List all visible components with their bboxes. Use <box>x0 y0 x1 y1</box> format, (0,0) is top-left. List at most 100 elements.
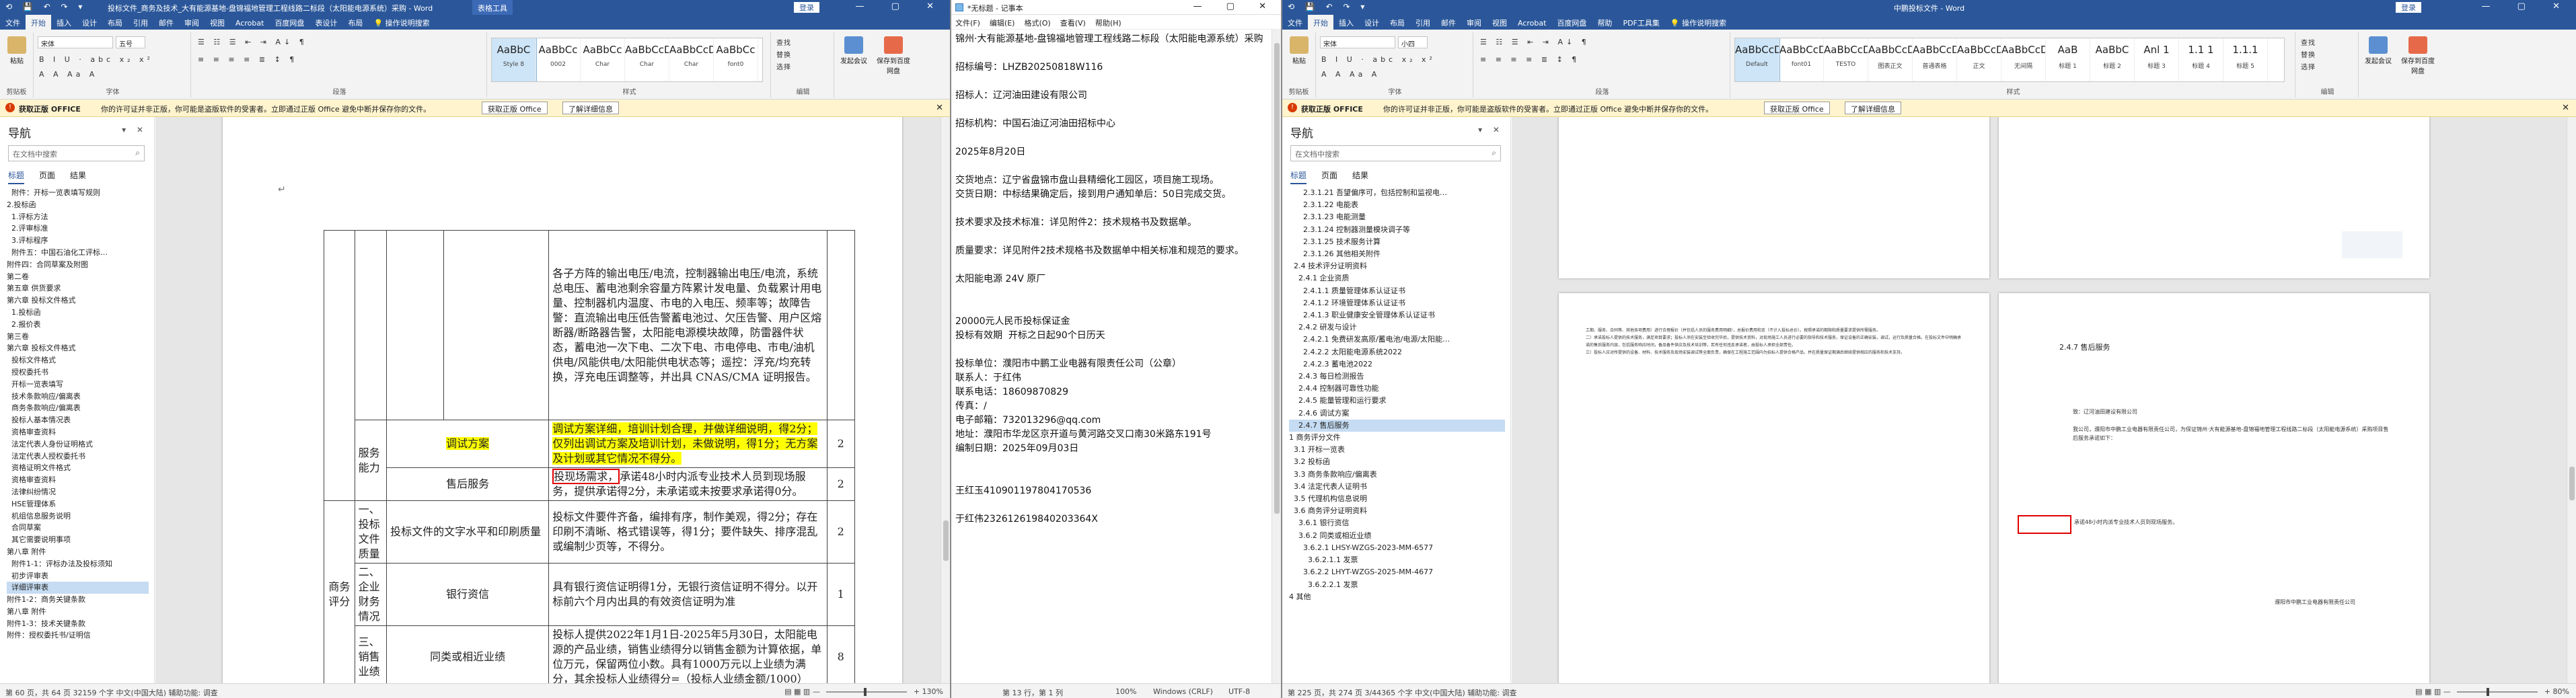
nav-heading-item[interactable]: 2.4.1.3 职业健康安全管理体系认证证书 <box>1289 309 1505 321</box>
nav-search-input[interactable]: 在文档中搜索 ⌕ <box>8 145 145 161</box>
window-controls[interactable]: — ▢ ✕ <box>1193 1 1277 11</box>
nav-heading-item[interactable]: 合同草案 <box>7 522 149 534</box>
nav-heading-item[interactable]: 3.6.2.1.1 发票 <box>1289 554 1505 566</box>
tell-me-search[interactable]: 💡 操作说明搜索 <box>368 15 435 31</box>
nav-heading-item[interactable]: 2.4 技术评分证明资料 <box>1289 260 1505 272</box>
nav-heading-item[interactable]: 资格审查资料 <box>7 474 149 486</box>
paste-button[interactable]: 粘贴 <box>1284 35 1315 65</box>
style-item[interactable]: AaBbC Style 8 <box>492 38 537 81</box>
vertical-scrollbar[interactable] <box>2567 117 2576 683</box>
font-format-buttons[interactable]: B I U · abc x₂ x² <box>39 55 153 64</box>
nav-heading-item[interactable]: 4 其他 <box>1289 591 1505 603</box>
learn-more-button[interactable]: 了解详细信息 <box>562 102 619 114</box>
nav-heading-item[interactable]: 授权委托书 <box>7 366 149 379</box>
nav-heading-item[interactable]: 3.3 商务条款响应/偏离表 <box>1289 469 1505 481</box>
nav-heading-item[interactable]: 第六章 投标文件格式 <box>7 342 149 354</box>
nav-heading-item[interactable]: 2.4.2 研发与设计 <box>1289 321 1505 334</box>
style-item[interactable]: Anl 1 标题 3 <box>2135 38 2179 81</box>
nav-heading-item[interactable]: 法定代表人授权委托书 <box>7 451 149 463</box>
nav-heading-item[interactable]: 2.4.2.2 太阳能电源系统2022 <box>1289 346 1505 358</box>
editing-buttons[interactable]: 查找 替换 选择 <box>2301 38 2316 74</box>
nav-heading-item[interactable]: 2.4.1.1 质量管理体系认证证书 <box>1289 285 1505 297</box>
scroll-thumb[interactable] <box>943 520 949 561</box>
nav-heading-item[interactable]: 附件：授权委托书/证明信 <box>7 629 149 642</box>
nav-heading-item[interactable]: 2.3.1.21 吾望偏序可，包括控制和监视电… <box>1289 187 1505 199</box>
nav-heading-item[interactable]: 资格审查资料 <box>7 426 149 438</box>
tab-baidu[interactable]: 百度网盘 <box>269 15 309 31</box>
paste-button[interactable]: 粘贴 <box>1 35 32 65</box>
font-size-select[interactable]: 五号 <box>116 36 145 48</box>
nav-heading-item[interactable]: 2.3.1.26 其他相关附件 <box>1289 248 1505 260</box>
nav-heading-item[interactable]: 投标文件格式 <box>7 354 149 366</box>
nav-heading-item[interactable]: 法定代表人身份证明格式 <box>7 438 149 451</box>
tab-mailings[interactable]: 邮件 <box>153 15 179 31</box>
tab-view[interactable]: 视图 <box>205 15 230 31</box>
tab-acrobat[interactable]: Acrobat <box>230 16 269 30</box>
font-size-select[interactable]: 小四 <box>1398 36 1428 48</box>
style-item[interactable]: AaBbCcDd 正文 <box>1957 38 2001 81</box>
nav-tab-pages[interactable]: 页面 <box>1321 169 1337 183</box>
tab-references[interactable]: 引用 <box>128 15 153 31</box>
window-controls[interactable]: — ▢ ✕ <box>856 1 946 11</box>
font-name-select[interactable]: 宋体 <box>38 36 113 48</box>
tell-me-search[interactable]: 💡 操作说明搜索 <box>1665 15 1732 31</box>
nav-heading-item[interactable]: 2.评审标准 <box>7 223 149 235</box>
editing-buttons[interactable]: 查找 替换 选择 <box>776 38 791 74</box>
nav-heading-item[interactable]: 2.3.1.24 控制器测量模块调子等 <box>1289 224 1505 236</box>
style-item[interactable]: AaBbCcDd 图表正文 <box>1868 38 1913 81</box>
nav-heading-item[interactable]: 开标一览表填写 <box>7 379 149 391</box>
start-meeting-button[interactable]: 发起会议 <box>838 35 869 65</box>
tab-pdf-tools[interactable]: PDF工具集 <box>1617 15 1664 31</box>
nav-heading-item[interactable]: 3.1 开标一览表 <box>1289 444 1505 456</box>
nav-tab-results[interactable]: 结果 <box>70 169 86 183</box>
nav-heading-item[interactable]: 3.5 代理机构信息说明 <box>1289 493 1505 505</box>
nav-heading-item[interactable]: 3.4 法定代表人证明书 <box>1289 481 1505 493</box>
tab-design[interactable]: 设计 <box>77 15 102 31</box>
nav-heading-item[interactable]: 3.6.2 同类或相近业绩 <box>1289 530 1505 542</box>
view-buttons[interactable]: ▤ ▦ ▥ <box>2415 687 2441 696</box>
tab-design[interactable]: 设计 <box>1359 15 1385 31</box>
nav-heading-item[interactable]: 2.投标函 <box>7 199 149 211</box>
style-item[interactable]: AaBbCcDt Char <box>669 38 714 81</box>
select-button[interactable]: 选择 <box>776 64 791 71</box>
nav-heading-item[interactable]: 第三卷 <box>7 331 149 343</box>
style-item[interactable]: AaB 标题 1 <box>2046 38 2090 81</box>
style-item[interactable]: AaBbCc Char <box>581 38 625 81</box>
save-baidu-button[interactable]: 保存到百度网盘 <box>875 35 912 75</box>
nav-heading-item[interactable]: 技术条款响应/偏离表 <box>7 391 149 403</box>
nav-heading-item[interactable]: 附件四：合同草案及附图 <box>7 259 149 271</box>
nav-heading-item[interactable]: 第五章 供货要求 <box>7 282 149 295</box>
notepad-scrollbar[interactable] <box>1272 30 1281 683</box>
zoom-slider[interactable] <box>2457 688 2538 696</box>
close-icon[interactable]: ✕ <box>2562 103 2569 113</box>
nav-heading-item[interactable]: 3.6.1 银行资信 <box>1289 517 1505 529</box>
nav-heading-item[interactable]: 2.4.2.1 免费研发高原/蓄电池/电源/太阳能… <box>1289 334 1505 346</box>
nav-tab-headings[interactable]: 标题 <box>1290 169 1307 184</box>
style-item[interactable]: AaBbCc font0 <box>714 38 758 81</box>
nav-heading-item[interactable]: 1 商务评分文件 <box>1289 432 1505 444</box>
nav-tab-pages[interactable]: 页面 <box>39 169 55 183</box>
find-button[interactable]: 查找 <box>776 40 791 47</box>
nav-close-icon[interactable]: ▾ ✕ <box>122 125 147 134</box>
tab-file[interactable]: 文件 <box>0 15 26 31</box>
style-item[interactable]: 1.1 1 标题 4 <box>2179 38 2223 81</box>
notepad-text-area[interactable]: 锦州·大有能源基地-盘锦福地管理工程线路二标段（太阳能电源系统）采购 招标编号：L… <box>955 32 1267 683</box>
nav-close-icon[interactable]: ▾ ✕ <box>1478 125 1504 134</box>
nav-heading-item[interactable]: 2.4.4 控制器可靠性功能 <box>1289 383 1505 395</box>
nav-tab-results[interactable]: 结果 <box>1352 169 1368 183</box>
tab-help[interactable]: 帮助 <box>1592 15 1617 31</box>
sign-in-button[interactable]: 登录 <box>2396 2 2421 13</box>
nav-heading-item[interactable]: 初步评审表 <box>7 570 149 582</box>
sign-in-button[interactable]: 登录 <box>794 2 819 13</box>
nav-heading-item[interactable]: 3.6.2.2 LHYT-WZGS-2025-MM-4677 <box>1289 566 1505 578</box>
get-genuine-office-button[interactable]: 获取正版 Office <box>1764 102 1830 114</box>
menu-help[interactable]: 帮助(H) <box>1095 19 1121 28</box>
tab-review[interactable]: 审阅 <box>1461 15 1487 31</box>
list-buttons[interactable]: ☰ ☷ ☰ ⇤ ⇥ A↓ ¶ <box>198 38 307 46</box>
tab-references[interactable]: 引用 <box>1410 15 1436 31</box>
nav-heading-item[interactable]: 投标人基本情况表 <box>7 414 149 426</box>
start-meeting-button[interactable]: 发起会议 <box>2363 35 2394 65</box>
quick-access-toolbar[interactable]: ⟲ 💾 ↶ ↷ ▾ <box>5 2 86 11</box>
nav-heading-item[interactable]: 详细评审表 <box>7 582 149 594</box>
vertical-scrollbar[interactable] <box>941 117 950 683</box>
